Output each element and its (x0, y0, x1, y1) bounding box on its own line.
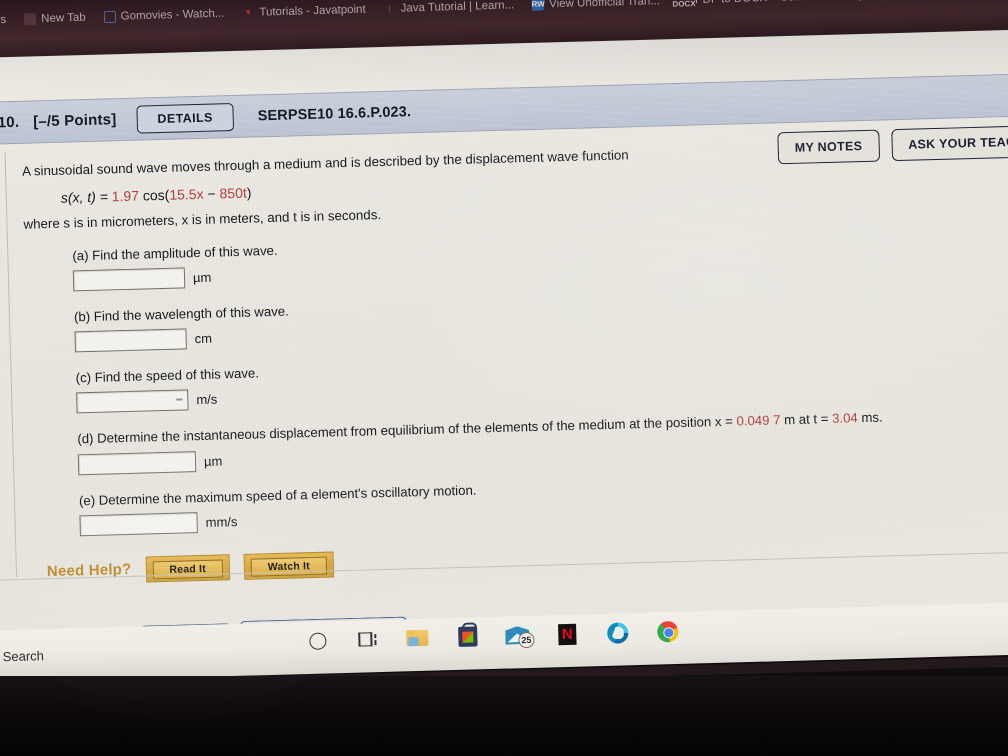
part-e-unit: mm/s (205, 513, 238, 530)
task-view-icon[interactable] (354, 626, 381, 653)
bookmark-pdf-to-docx[interactable]: PDFDOCX PDF to DOCX – Con... (669, 0, 820, 14)
screen-bezel (0, 676, 1008, 756)
taskbar-icons: 25 N (304, 618, 681, 654)
part-c-input[interactable] (76, 389, 189, 414)
file-explorer-icon[interactable] (404, 625, 431, 652)
microsoft-store-icon[interactable] (454, 623, 481, 650)
bookmark-label: Tutorials - Javatpoint (259, 3, 366, 19)
netflix-icon[interactable]: N (554, 621, 581, 648)
equation-lhs: s(x, t) = (60, 188, 112, 206)
cortana-icon[interactable] (304, 627, 331, 654)
part-d-label-mid: m at t = (780, 411, 833, 428)
equation-cos-open: cos( (138, 186, 170, 204)
letter-f-favicon-icon: F (828, 0, 840, 2)
part-a-unit: µm (192, 269, 212, 286)
circle-favicon-icon (103, 10, 116, 24)
bookmark-label: PDF to DOCX – Con... (695, 0, 811, 6)
part-d-position-value: 0.049 7 (736, 412, 781, 429)
part-b-unit: cm (194, 330, 213, 347)
bookmark-sign[interactable]: Sig (960, 0, 1008, 5)
bookmark-gomovies[interactable]: Gomovies - Watch... (94, 0, 233, 30)
equation-omega-term: 850t (219, 184, 247, 202)
part-e: (e) Determine the maximum speed of a ele… (31, 465, 1008, 537)
part-c-unit: m/s (196, 391, 218, 408)
equation-k-term: 15.5x (169, 185, 204, 203)
bookmark-label: New Tab (41, 11, 86, 25)
triangle-favicon-icon: ▼ (244, 7, 253, 18)
equation-amplitude: 1.97 (111, 187, 140, 205)
part-d-time-value: 3.04 (831, 410, 858, 427)
part-a: (a) Find the amplitude of this wave. µm (24, 221, 1008, 293)
question-card: A sinusoidal sound wave moves through a … (4, 124, 1008, 583)
bookmark-label: https://ybephbsyus... (845, 0, 951, 2)
question-body: A sinusoidal sound wave moves through a … (22, 135, 1008, 585)
assignment-page: 10. [–/5 Points] DETAILS SERPSE10 16.6.P… (0, 28, 1008, 658)
bookmark-unofficial-transcript[interactable]: RW View Unofficial Tran... (523, 0, 669, 18)
part-d-unit: µm (203, 452, 223, 469)
equation-close: ) (246, 184, 252, 201)
question-points: [–/5 Points] (32, 111, 117, 131)
bookmark-label: View Unofficial Tran... (549, 0, 661, 11)
part-a-input[interactable] (72, 267, 186, 292)
search-input[interactable]: Search (2, 648, 44, 664)
watch-it-button[interactable]: Watch It (243, 551, 335, 580)
netflix-glyph: N (558, 623, 577, 645)
taskbar-search[interactable]: Search (0, 648, 44, 665)
details-button[interactable]: DETAILS (136, 102, 235, 134)
mail-icon[interactable]: 25 (504, 622, 535, 649)
bookmark-label: Java Tutorial | Learn... (400, 0, 515, 15)
bar-favicon-icon: | (388, 3, 391, 13)
mail-unread-badge: 25 (518, 631, 535, 649)
bookmark-label: Gomovies - Watch... (120, 7, 225, 23)
read-it-button[interactable]: Read It (145, 553, 231, 583)
need-help-section: Need Help? Read It Watch It (33, 532, 1008, 585)
part-b: (b) Find the wavelength of this wave. cm (26, 282, 1008, 354)
photographed-screen: /student/Assignment-Responses/submit?dep… (0, 0, 1008, 756)
bookmark-apps-label: Apps (0, 13, 7, 27)
question-code: SERPSE10 16.6.P.023. (257, 103, 412, 124)
bookmark-new-tab[interactable]: New Tab (15, 4, 95, 32)
question-number: 10. (0, 113, 20, 132)
rw-favicon-icon: RW (531, 0, 545, 11)
part-d-label-post: ms. (857, 409, 883, 426)
pdf-docx-favicon-icon: PDFDOCX (672, 0, 696, 9)
bookmark-javatpoint[interactable]: ▼ Tutorials - Javatpoint (233, 0, 375, 26)
part-d: (d) Determine the instantaneous displace… (29, 404, 1008, 476)
part-e-input[interactable] (79, 511, 198, 536)
part-b-input[interactable] (74, 328, 187, 353)
chrome-icon[interactable] (654, 618, 681, 645)
part-d-input[interactable] (77, 450, 197, 475)
dot-favicon-icon (24, 13, 37, 26)
bookmarks-bar: Apps New Tab Gomovies - Watch... ▼ Tutor… (0, 0, 1008, 36)
edge-icon[interactable] (604, 619, 631, 646)
bookmark-apps[interactable]: Apps (0, 7, 16, 34)
bookmark-java-tutorial[interactable]: | Java Tutorial | Learn... (374, 0, 523, 22)
equation-minus: − (203, 185, 220, 202)
part-c: (c) Find the speed of this wave. m/s (27, 343, 1008, 415)
bookmark-ybephbsyus[interactable]: F https://ybephbsyus... (819, 0, 960, 10)
